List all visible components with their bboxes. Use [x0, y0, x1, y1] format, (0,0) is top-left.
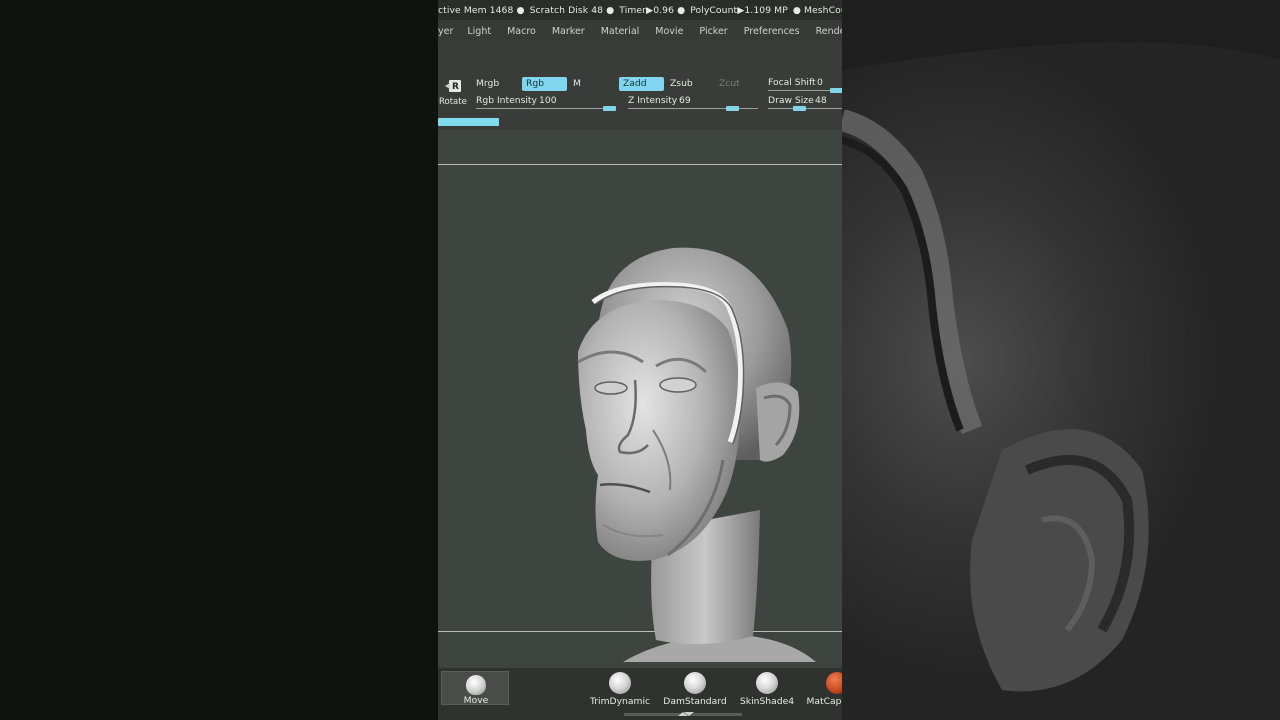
m-button[interactable]: M — [569, 77, 593, 91]
zsub-button[interactable]: Zsub — [666, 77, 710, 91]
brush-trimdynamic[interactable]: TrimDynamic — [590, 672, 650, 707]
status-polycount: PolyCount▶1.109 MP — [690, 4, 788, 16]
menu-item-light[interactable]: Light — [467, 26, 491, 37]
focal-shift-knob[interactable] — [830, 88, 842, 93]
menu-item-macro[interactable]: Macro — [507, 26, 536, 37]
menu-item-movie[interactable]: Movie — [655, 26, 683, 37]
zbrush-app: ctive Mem 1468 ● Scratch Disk 48 ● Timer… — [438, 0, 842, 720]
menu-item-render[interactable]: Render — [816, 26, 842, 37]
status-active-mem: ctive Mem 1468 ● — [438, 4, 525, 16]
damstandard-icon — [684, 672, 706, 694]
menu-item-preferences[interactable]: Preferences — [744, 26, 800, 37]
move-brush-label: Move — [463, 695, 489, 706]
rgb-button[interactable]: Rgb — [522, 77, 567, 91]
menu-item-picker[interactable]: Picker — [699, 26, 727, 37]
menu-bar: yer Light Macro Marker Material Movie Pi… — [438, 20, 842, 42]
rgb-intensity-track[interactable] — [476, 108, 616, 109]
status-timer: Timer▶0.96 ● — [619, 4, 686, 16]
rgb-intensity-label: Rgb Intensity — [476, 95, 537, 106]
z-intensity-knob[interactable] — [726, 106, 739, 111]
sculpt-head-model[interactable] — [438, 130, 842, 668]
rotate-label[interactable]: Rotate — [439, 97, 467, 107]
focal-shift-label: Focal Shift — [768, 77, 816, 88]
skinshade4-label: SkinShade4 — [739, 696, 795, 707]
brush-toolbar: R Rotate Mrgb Rgb M Zadd Zsub Zcut Focal… — [438, 42, 842, 130]
status-scratch-disk: Scratch Disk 48 ● — [529, 4, 615, 16]
menu-item-layer[interactable]: yer — [438, 26, 453, 37]
rgb-intensity-knob[interactable] — [603, 106, 616, 111]
zoomed-detail-panel — [842, 0, 1280, 720]
brush-matcap[interactable]: MatCap — [804, 672, 842, 707]
current-brush-move[interactable]: Move — [441, 671, 509, 706]
draw-size-knob[interactable] — [793, 106, 806, 111]
z-intensity-value: 69 — [679, 95, 691, 106]
trimdynamic-icon — [609, 672, 631, 694]
left-letterbox — [0, 0, 438, 720]
damstandard-label: DamStandard — [663, 696, 727, 707]
matcap-icon — [826, 672, 842, 694]
mrgb-button[interactable]: Mrgb — [472, 77, 516, 91]
brush-tray: Move TrimDynamic DamStandard SkinShade4 … — [438, 668, 842, 720]
rotate-key-label: R — [452, 82, 459, 92]
brush-skinshade4[interactable]: SkinShade4 — [737, 672, 797, 707]
menu-item-marker[interactable]: Marker — [552, 26, 585, 37]
menu-item-material[interactable]: Material — [601, 26, 640, 37]
draw-size-label: Draw Size — [768, 95, 814, 106]
draw-size-value: 48 — [815, 95, 827, 106]
brush-damstandard[interactable]: DamStandard — [663, 672, 727, 707]
status-meshcount: ● MeshCount▶3 — [792, 4, 842, 16]
z-intensity-label: Z Intensity — [628, 95, 678, 106]
viewport-canvas[interactable] — [438, 130, 842, 668]
skinshade4-icon — [756, 672, 778, 694]
zadd-button[interactable]: Zadd — [619, 77, 664, 91]
tray-scroll-handle[interactable] — [624, 711, 742, 717]
rgb-intensity-value: 100 — [539, 95, 557, 106]
zoomed-ear-detail — [842, 0, 1280, 692]
trimdynamic-label: TrimDynamic — [590, 696, 651, 707]
matcap-label: MatCap — [806, 696, 842, 707]
status-bar: ctive Mem 1468 ● Scratch Disk 48 ● Timer… — [438, 0, 842, 20]
progress-bar — [438, 118, 499, 126]
zcut-button[interactable]: Zcut — [715, 77, 751, 91]
focal-shift-value: 0 — [817, 77, 823, 88]
move-brush-icon — [466, 675, 486, 695]
